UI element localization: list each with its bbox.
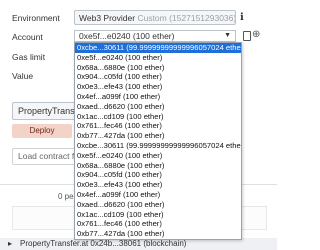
account-dropdown[interactable]: 0xcbe...30611 (99.99999999999996057024 e… — [74, 42, 242, 240]
account-option[interactable]: 0xcbe...30611 (99.99999999999996057024 e… — [75, 43, 241, 53]
value-label: Value — [12, 71, 34, 81]
account-option[interactable]: 0x904...c05fd (100 ether) — [75, 170, 241, 180]
account-option[interactable]: 0x4ef...a099f (100 ether) — [75, 190, 241, 200]
account-value: 0xe5f...e0240 (100 ether) — [79, 31, 175, 41]
account-option[interactable]: 0xe5f...e0240 (100 ether) — [75, 53, 241, 63]
deploy-button[interactable]: Deploy — [12, 124, 72, 138]
instance-label: PropertyTransfer.at 0x24b...38061 (block… — [20, 239, 187, 248]
chevron-right-icon[interactable]: ▸ — [8, 238, 12, 250]
pending-text: 0 pe — [58, 192, 74, 201]
contract-name: PropertyTransfer — [18, 106, 77, 116]
environment-label: Environment — [12, 13, 60, 23]
contract-select[interactable]: PropertyTransfer — [12, 102, 78, 120]
account-option[interactable]: 0x68a...6880e (100 ether) — [75, 161, 241, 171]
copy-icon[interactable] — [243, 31, 251, 41]
account-option[interactable]: 0x68a...6880e (100 ether) — [75, 63, 241, 73]
load-contract-input[interactable]: Load contract from — [12, 148, 78, 165]
account-option[interactable]: 0x761...fec46 (100 ether) — [75, 121, 241, 131]
account-option[interactable]: 0x0e3...efe43 (100 ether) — [75, 180, 241, 190]
account-option[interactable]: 0x761...fec46 (100 ether) — [75, 219, 241, 229]
account-option[interactable]: 0xb77...427da (100 ether) — [75, 131, 241, 141]
environment-custom: Custom (1527151293036) — [137, 13, 236, 23]
environment-value: Web3 Provider — [79, 13, 136, 23]
account-option[interactable]: 0x1ac...cd109 (100 ether) — [75, 210, 241, 220]
account-select[interactable]: 0xe5f...e0240 (100 ether) ▼ — [74, 30, 236, 42]
account-option[interactable]: 0xaed...d6620 (100 ether) — [75, 200, 241, 210]
account-label: Account — [12, 32, 43, 42]
account-option[interactable]: 0xcbe...30611 (99.99999999999996057024 e… — [75, 141, 241, 151]
account-option[interactable]: 0x4ef...a099f (100 ether) — [75, 92, 241, 102]
account-option[interactable]: 0xaed...d6620 (100 ether) — [75, 102, 241, 112]
chevron-down-icon: ▼ — [224, 32, 231, 39]
info-icon[interactable]: ℹ — [240, 12, 244, 23]
plus-icon[interactable]: ⊕ — [252, 29, 260, 40]
account-option[interactable]: 0x1ac...cd109 (100 ether) — [75, 112, 241, 122]
gas-limit-label: Gas limit — [12, 52, 46, 62]
account-option[interactable]: 0x904...c05fd (100 ether) — [75, 72, 241, 82]
account-option[interactable]: 0xb77...427da (100 ether) — [75, 229, 241, 239]
environment-select[interactable]: Web3 Provider Custom (1527151293036) — [74, 10, 236, 25]
account-option[interactable]: 0xe5f...e0240 (100 ether) — [75, 151, 241, 161]
account-option[interactable]: 0x0e3...efe43 (100 ether) — [75, 82, 241, 92]
